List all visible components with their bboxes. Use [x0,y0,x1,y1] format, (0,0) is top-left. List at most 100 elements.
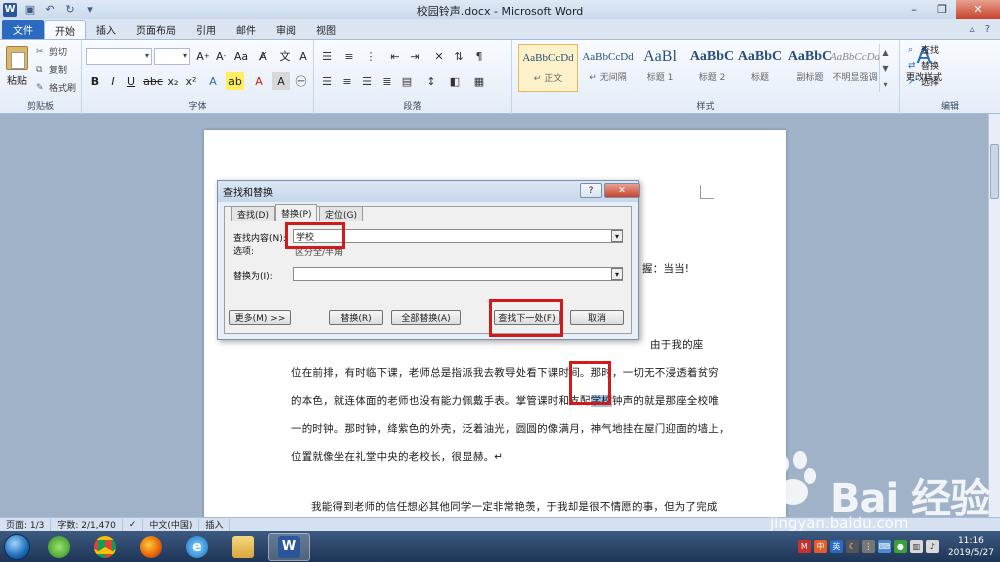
shading-icon[interactable]: ◧ [446,72,464,90]
taskbar-app-360[interactable] [38,533,80,561]
italic-icon[interactable]: I [104,72,122,90]
minimize-ribbon-icon[interactable]: ▵ [970,24,975,35]
font-name-combo[interactable] [86,48,152,65]
system-clock[interactable]: 11:16 2019/5/27 [948,535,994,559]
style-heading-1[interactable]: AaBl 标题 1 [630,44,690,92]
select-button[interactable]: ➚ 选择 [908,75,939,89]
increase-indent-icon[interactable]: ⇥ [406,47,424,65]
more-styles-icon[interactable]: ▾ [883,80,887,89]
dialog-help-button[interactable]: ? [580,183,602,198]
tab-page-layout[interactable]: 页面布局 [126,20,186,39]
taskbar-app-ie[interactable]: e [176,533,218,561]
highlight-icon[interactable]: ab [226,72,244,90]
line-spacing-icon[interactable]: ↕ [422,72,440,90]
replace-with-input[interactable] [293,267,623,281]
help-icon[interactable]: ? [985,24,990,35]
text-effects-icon[interactable]: A [204,72,222,90]
replace-dropdown-icon[interactable]: ▾ [611,268,623,280]
font-color-icon[interactable]: A [250,72,268,90]
enclose-characters-icon[interactable]: ㊀ [292,72,310,90]
styles-scroll[interactable]: ▲ ▼ ▾ [879,44,891,92]
cancel-button[interactable]: 取消 [570,310,624,325]
character-border-icon[interactable]: A [294,47,312,65]
save-icon[interactable]: ▣ [23,3,37,17]
tab-view[interactable]: 视图 [306,20,346,39]
tray-app-icon[interactable]: 中 [813,540,827,553]
taskbar-app-chrome[interactable] [84,533,126,561]
change-case-icon[interactable]: Aa [232,47,250,65]
phonetic-guide-icon[interactable]: 文 [276,47,294,65]
strikethrough-icon[interactable]: abc [143,72,163,90]
character-shading-icon[interactable]: A [272,72,290,90]
tab-replace[interactable]: 替换(P) [275,204,318,221]
find-dropdown-icon[interactable]: ▾ [611,230,623,242]
copy-button[interactable]: ⧉ 复制 [36,63,67,77]
tray-app-icon[interactable]: ☾ [845,540,859,553]
sort-icon[interactable]: ⇅ [450,47,468,65]
distributed-icon[interactable]: ▤ [398,72,416,90]
find-button[interactable]: ⌕ 查找 [908,43,939,57]
taskbar-app-firefox[interactable] [130,533,172,561]
tray-app-icon[interactable]: M [797,540,811,553]
replace-all-button[interactable]: 全部替换(A) [391,310,461,325]
format-painter-button[interactable]: ✎ 格式刷 [36,81,76,95]
tab-home[interactable]: 开始 [44,20,86,39]
start-button[interactable] [0,532,34,562]
ime-indicator[interactable]: 英 [829,540,843,553]
align-left-icon[interactable]: ☰ [318,72,336,90]
cut-button[interactable]: ✂ 剪切 [36,45,67,59]
style-subtle-emphasis[interactable]: AaBbCcDd 不明显强调 [830,44,880,92]
align-right-icon[interactable]: ☰ [358,72,376,90]
underline-icon[interactable]: U [122,72,140,90]
font-size-combo[interactable] [154,48,190,65]
volume-icon[interactable]: ♪ [925,540,939,553]
tab-find[interactable]: 查找(D) [231,206,275,221]
paste-button[interactable]: 粘贴 [7,72,27,87]
chevron-down-icon[interactable]: ▼ [882,64,888,73]
borders-icon[interactable]: ▦ [470,72,488,90]
vertical-scrollbar[interactable] [988,114,1000,517]
minimize-button[interactable]: – [900,0,928,19]
taskbar-app-explorer[interactable] [222,533,264,561]
replace-one-button[interactable]: 替换(R) [329,310,383,325]
close-button[interactable]: ✕ [956,0,1000,19]
undo-icon[interactable]: ↶ [43,3,57,17]
word-count[interactable]: 字数: 2/1,470 [51,518,123,531]
superscript-icon[interactable]: x² [182,72,200,90]
clear-formatting-icon[interactable]: A̸ [254,47,272,65]
subscript-icon[interactable]: x₂ [164,72,182,90]
tray-app-icon[interactable]: ⋮ [861,540,875,553]
dialog-close-button[interactable]: ✕ [604,183,640,198]
show-marks-icon[interactable]: ¶ [470,47,488,65]
numbering-icon[interactable]: ≡ [340,47,358,65]
maximize-button[interactable]: ❐ [928,0,956,19]
tab-insert[interactable]: 插入 [86,20,126,39]
proofing-icon[interactable]: ✓ [123,518,144,531]
tray-app-icon[interactable]: ⌨ [877,540,891,553]
customize-qat-icon[interactable]: ▾ [83,3,97,17]
align-center-icon[interactable]: ≡ [338,72,356,90]
justify-icon[interactable]: ≣ [378,72,396,90]
bold-icon[interactable]: B [86,72,104,90]
tab-file[interactable]: 文件 [2,20,44,39]
page-count[interactable]: 页面: 1/3 [0,518,52,531]
style-no-spacing[interactable]: AaBbCcDd ↵ 无间隔 [578,44,638,92]
paste-icon[interactable] [6,46,28,70]
shrink-font-icon[interactable]: A- [212,47,230,65]
tab-references[interactable]: 引用 [186,20,226,39]
replace-button[interactable]: ⇄ 替换 [908,59,939,73]
chevron-up-icon[interactable]: ▲ [882,48,888,57]
style-normal[interactable]: AaBbCcDd ↵ 正文 [518,44,578,92]
tray-app-icon[interactable]: ● [893,540,907,553]
network-icon[interactable]: ▥ [909,540,923,553]
tab-review[interactable]: 审阅 [266,20,306,39]
grow-font-icon[interactable]: A + [194,47,212,65]
redo-icon[interactable]: ↻ [63,3,77,17]
language-indicator[interactable]: 中文(中国) [143,518,200,531]
scrollbar-thumb[interactable] [990,144,999,199]
taskbar-app-word[interactable]: W [268,532,310,561]
decrease-indent-icon[interactable]: ⇤ [386,47,404,65]
insert-mode[interactable]: 插入 [199,518,231,531]
bullets-icon[interactable]: ☰ [318,47,336,65]
word-logo-icon[interactable]: W [3,2,17,17]
